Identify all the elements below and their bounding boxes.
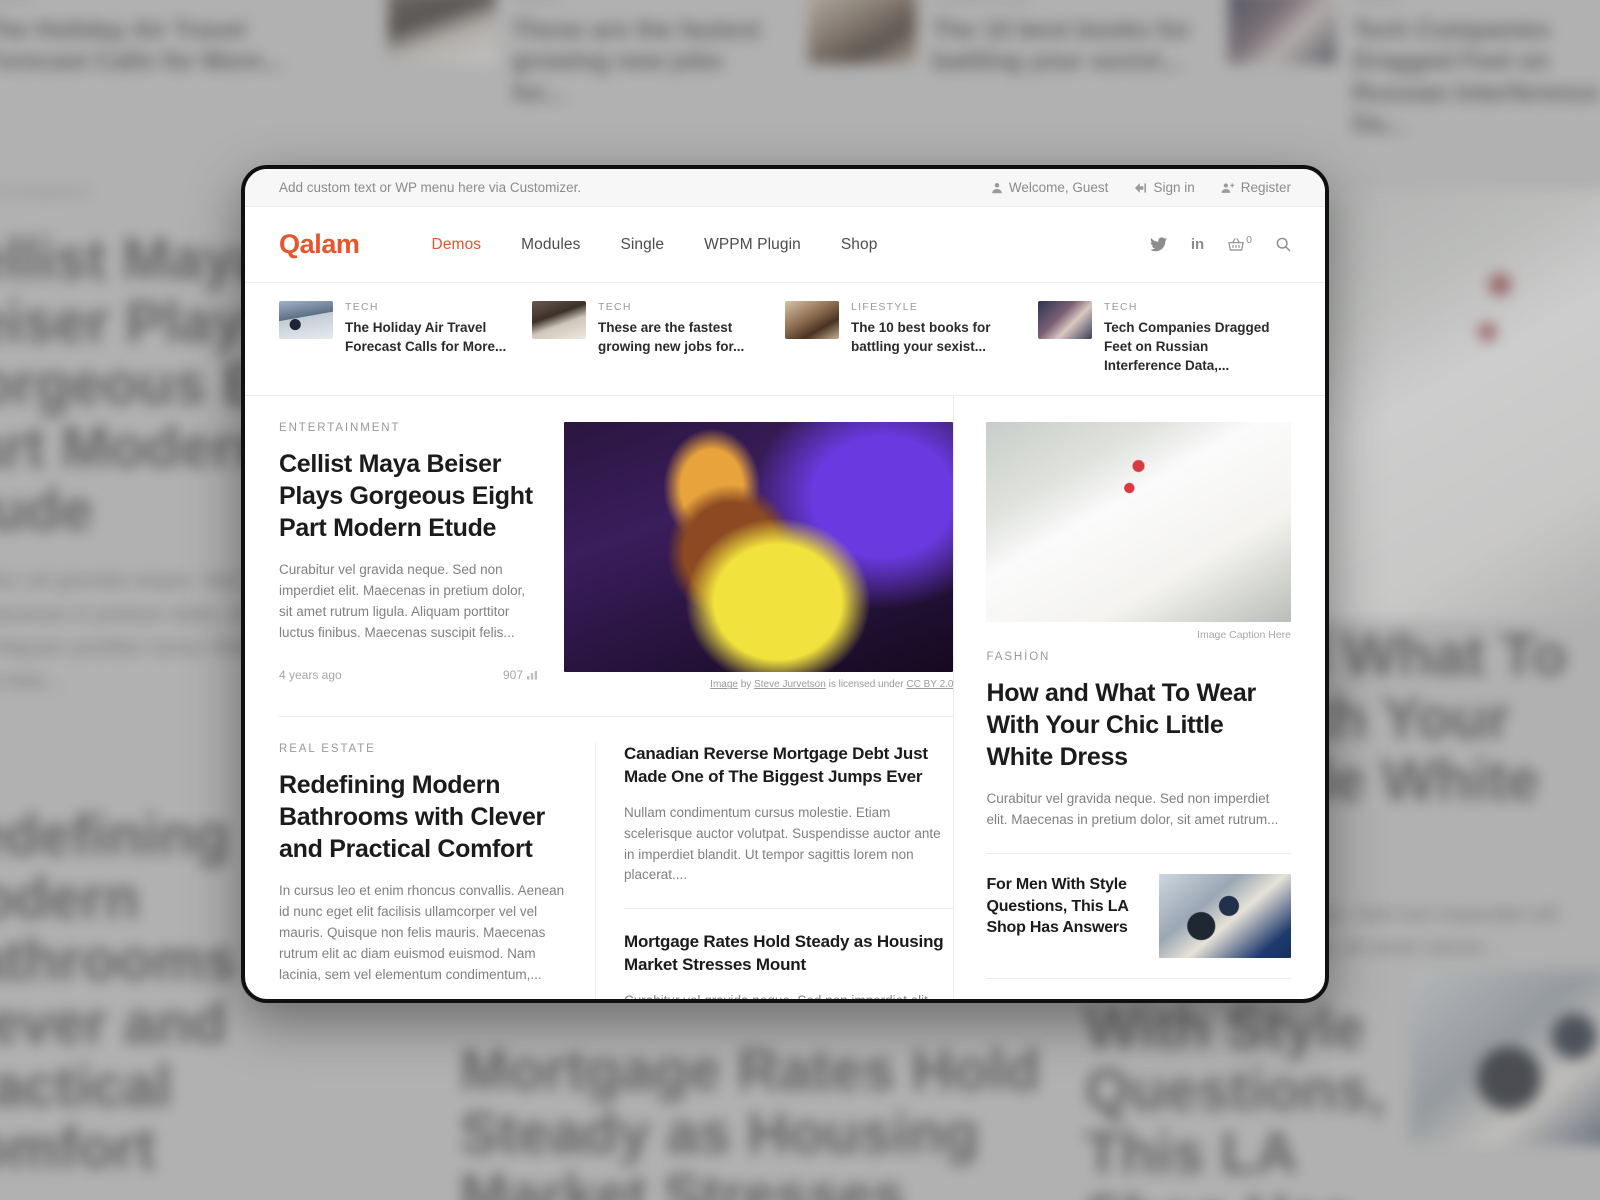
attribution-by: by — [740, 679, 752, 691]
top-utility-bar: Add custom text or WP menu here via Cust… — [245, 169, 1325, 207]
ticker-title[interactable]: The Holiday Air Travel Forecast Calls fo… — [345, 318, 514, 356]
shopping-basket-icon — [1228, 237, 1244, 252]
real-estate-excerpt: In cursus leo et enim rhoncus convallis.… — [279, 883, 565, 983]
hero-article: ENTERTAINMENT Cellist Maya Beiser Plays … — [279, 396, 954, 690]
real-estate-article: REAL ESTATE Redefining Modern Bathrooms … — [279, 743, 595, 999]
fashion-image[interactable] — [986, 422, 1291, 623]
sub-article: Canadian Reverse Mortgage Debt Just Made… — [624, 743, 953, 908]
ticker-item[interactable]: TECH The Holiday Air Travel Forecast Cal… — [279, 301, 532, 375]
ticker-thumbnail — [279, 301, 333, 339]
site-logo[interactable]: Qalam — [279, 229, 360, 260]
twitter-icon[interactable] — [1149, 237, 1167, 252]
user-plus-icon — [1221, 182, 1235, 194]
ticker-category: TECH — [345, 301, 379, 313]
lower-section: REAL ESTATE Redefining Modern Bathrooms … — [279, 717, 954, 1003]
ticker-title[interactable]: These are the fastest growing new jobs f… — [598, 318, 767, 356]
main-column: ENTERTAINMENT Cellist Maya Beiser Plays … — [279, 396, 954, 1003]
fashion-image-caption: Image Caption Here — [1197, 629, 1291, 642]
nav-item-wppm-plugin[interactable]: WPPM Plugin — [684, 236, 821, 254]
customizer-note: Add custom text or WP menu here via Cust… — [279, 180, 582, 195]
sidebar-column: Image Caption Here FASHİON How and What … — [953, 396, 1291, 1003]
nav-item-demos[interactable]: Demos — [412, 236, 502, 254]
ticker-title[interactable]: The 10 best books for battling your sexi… — [851, 318, 1020, 356]
nav-item-shop[interactable]: Shop — [821, 236, 898, 254]
ticker-category: LIFESTYLE — [851, 301, 919, 313]
ticker-item[interactable]: LIFESTYLE The 10 best books for battling… — [785, 301, 1038, 375]
primary-menu: Demos Modules Single WPPM Plugin Shop — [412, 236, 898, 254]
sidebar-list-item[interactable]: For Men With Style Questions, This LA Sh… — [986, 853, 1291, 978]
attribution-author-link[interactable]: Steve Jurvetson — [754, 679, 826, 690]
linkedin-icon[interactable]: in — [1191, 237, 1204, 252]
site-preview-window: Add custom text or WP menu here via Cust… — [241, 165, 1329, 1003]
nav-item-modules[interactable]: Modules — [501, 236, 600, 254]
real-estate-category[interactable]: REAL ESTATE — [279, 743, 567, 755]
attribution-license-link[interactable]: CC BY 2.0 — [906, 679, 953, 690]
sub-article-excerpt: Nullam condimentum cursus molestie. Etia… — [624, 804, 941, 883]
real-estate-title[interactable]: Redefining Modern Bathrooms with Clever … — [279, 769, 567, 865]
hero-image[interactable] — [564, 422, 954, 673]
hero-title[interactable]: Cellist Maya Beiser Plays Gorgeous Eight… — [279, 448, 538, 544]
hero-date: 4 years ago — [279, 668, 342, 683]
welcome-label: Welcome, Guest — [1008, 180, 1109, 195]
sub-article-title[interactable]: Mortgage Rates Hold Steady as Housing Ma… — [624, 931, 953, 976]
hero-excerpt: Curabitur vel gravida neque. Sed non imp… — [279, 562, 526, 641]
ticker-item[interactable]: TECH Tech Companies Dragged Feet on Russ… — [1038, 301, 1291, 375]
chart-icon — [527, 670, 538, 680]
fashion-category[interactable]: FASHİON — [986, 651, 1291, 663]
search-icon[interactable] — [1276, 237, 1291, 252]
hero-meta: 4 years ago 907 — [279, 668, 538, 682]
sub-article-title[interactable]: Canadian Reverse Mortgage Debt Just Made… — [624, 743, 953, 788]
nav-icon-group: in 0 — [1149, 234, 1291, 252]
nav-item-single[interactable]: Single — [600, 236, 684, 254]
user-icon — [991, 182, 1003, 194]
ticker-title[interactable]: Tech Companies Dragged Feet on Russian I… — [1104, 318, 1273, 375]
register-link[interactable]: Register — [1221, 180, 1291, 195]
sign-in-icon — [1134, 182, 1147, 194]
attribution-middle: is licensed under — [828, 679, 904, 691]
fashion-title[interactable]: How and What To Wear With Your Chic Litt… — [986, 677, 1291, 773]
welcome-guest: Welcome, Guest — [991, 180, 1109, 195]
sidebar-item-thumbnail — [1159, 874, 1291, 959]
sidebar-list-item[interactable]: A Guide to Working With a Makeup Artist … — [986, 978, 1291, 1003]
cart-button[interactable]: 0 — [1228, 234, 1252, 252]
sign-in-link[interactable]: Sign in — [1134, 180, 1195, 195]
attribution-image-link[interactable]: Image — [710, 679, 738, 690]
sidebar-item-thumbnail — [1159, 999, 1291, 1003]
sign-in-label: Sign in — [1153, 180, 1195, 195]
ticker-category: TECH — [1104, 301, 1138, 313]
hero-view-count: 907 — [502, 668, 523, 683]
sub-article-excerpt: Curabitur vel gravida neque. Sed non imp… — [624, 992, 932, 1003]
cart-count-badge: 0 — [1246, 234, 1252, 246]
ticker-thumbnail — [1038, 301, 1092, 339]
main-navigation-bar: Qalam Demos Modules Single WPPM Plugin S… — [245, 207, 1325, 283]
ticker-category: TECH — [598, 301, 632, 313]
fashion-excerpt: Curabitur vel gravida neque. Sed non imp… — [986, 791, 1279, 828]
sidebar-item-title[interactable]: For Men With Style Questions, This LA Sh… — [986, 874, 1143, 938]
ticker-thumbnail — [532, 301, 586, 339]
page-content: ENTERTAINMENT Cellist Maya Beiser Plays … — [245, 396, 1325, 1003]
sub-article: Mortgage Rates Hold Steady as Housing Ma… — [624, 908, 954, 1003]
hero-image-attribution: Image by Steve Jurvetson is licensed und… — [564, 672, 953, 690]
ticker-item[interactable]: TECH These are the fastest growing new j… — [532, 301, 785, 375]
sub-article-list: Canadian Reverse Mortgage Debt Just Made… — [595, 743, 954, 1003]
sidebar-item-title[interactable]: A Guide to Working With a Makeup Artist … — [986, 999, 1143, 1003]
ticker-thumbnail — [785, 301, 839, 339]
hero-media: Image by Steve Jurvetson is licensed und… — [564, 422, 954, 690]
news-ticker: TECH The Holiday Air Travel Forecast Cal… — [245, 283, 1325, 397]
hero-views: 907 — [503, 668, 538, 682]
register-label: Register — [1240, 180, 1291, 195]
hero-category[interactable]: ENTERTAINMENT — [279, 422, 538, 434]
